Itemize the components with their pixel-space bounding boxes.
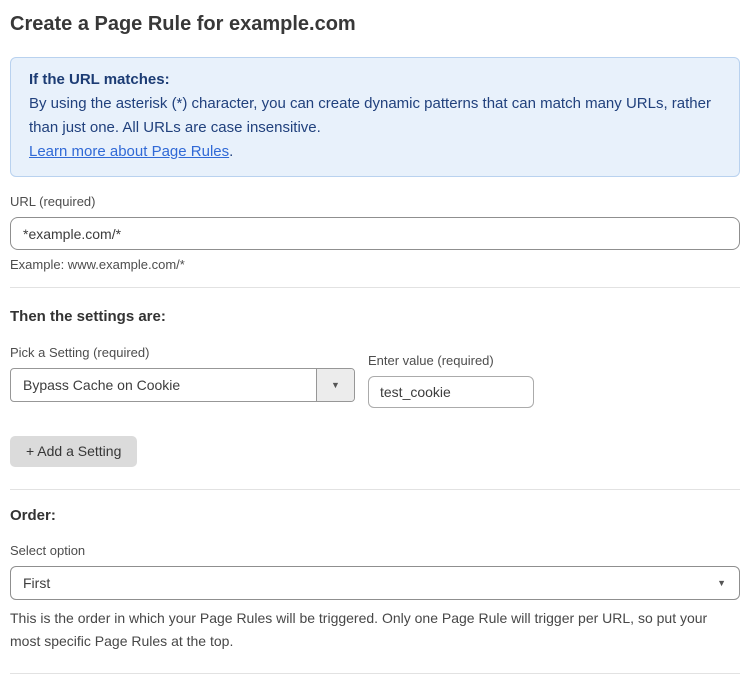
caret-down-icon: ▼ xyxy=(331,380,340,390)
divider xyxy=(10,489,740,490)
order-section-heading: Order: xyxy=(10,506,740,525)
url-input[interactable] xyxy=(10,217,740,250)
order-select-label: Select option xyxy=(10,543,740,559)
link-suffix: . xyxy=(229,143,233,160)
order-select-value: First xyxy=(23,575,50,591)
dropdown-arrow-button[interactable]: ▼ xyxy=(316,369,354,401)
settings-section-heading: Then the settings are: xyxy=(10,307,740,326)
divider xyxy=(10,673,740,674)
enter-value-label: Enter value (required) xyxy=(368,353,534,369)
order-select[interactable]: First ▼ xyxy=(10,566,740,600)
url-field-label: URL (required) xyxy=(10,194,740,210)
url-field-helper: Example: www.example.com/* xyxy=(10,257,740,273)
learn-more-link[interactable]: Learn more about Page Rules xyxy=(29,143,229,160)
add-setting-button[interactable]: + Add a Setting xyxy=(10,436,137,467)
page-title: Create a Page Rule for example.com xyxy=(10,12,740,37)
url-match-info-box: If the URL matches: By using the asteris… xyxy=(10,57,740,177)
create-page-rule-form: Create a Page Rule for example.com If th… xyxy=(0,0,750,688)
setting-value-input[interactable] xyxy=(368,376,534,408)
order-helper-text: This is the order in which your Page Rul… xyxy=(10,607,740,653)
setting-dropdown-value: Bypass Cache on Cookie xyxy=(11,369,316,401)
caret-down-icon: ▼ xyxy=(717,567,726,599)
enter-value-column: Enter value (required) xyxy=(368,353,534,408)
info-box-link-line: Learn more about Page Rules. xyxy=(29,140,721,164)
setting-row: Pick a Setting (required) Bypass Cache o… xyxy=(10,345,740,408)
divider xyxy=(10,287,740,288)
pick-setting-label: Pick a Setting (required) xyxy=(10,345,355,361)
info-box-heading: If the URL matches: xyxy=(29,68,721,92)
setting-dropdown[interactable]: Bypass Cache on Cookie ▼ xyxy=(10,368,355,402)
pick-setting-column: Pick a Setting (required) Bypass Cache o… xyxy=(10,345,355,402)
info-box-body: By using the asterisk (*) character, you… xyxy=(29,92,721,140)
